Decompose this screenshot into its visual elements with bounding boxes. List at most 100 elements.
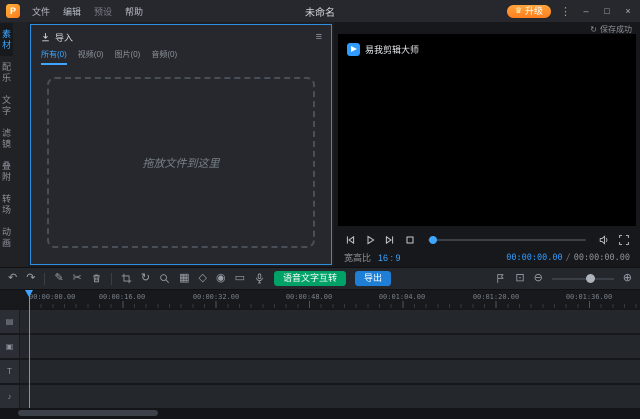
audio-track-header[interactable]: ♪ <box>0 385 20 408</box>
sidebar-item-text[interactable]: 文字 <box>0 89 13 122</box>
sidebar-item-animation[interactable]: 动画 <box>0 221 13 254</box>
aspect-ratio-label: 宽高比 <box>344 251 371 264</box>
freeze-frame-icon[interactable]: ◉ <box>216 273 226 284</box>
preview-panel: ↻ 保存成功 易我剪辑大师 <box>334 22 640 267</box>
transport-controls <box>344 232 630 248</box>
list-view-icon[interactable]: ≡ <box>316 31 322 43</box>
video-track-header[interactable]: ▤ <box>0 310 20 333</box>
split-icon[interactable]: ✂ <box>73 273 82 284</box>
crop-icon[interactable] <box>121 273 132 284</box>
audio-track-icon: ♪ <box>8 392 12 401</box>
fullscreen-icon[interactable] <box>618 234 630 246</box>
video-canvas: 易我剪辑大师 <box>338 34 636 226</box>
menu-presets[interactable]: 预设 <box>94 5 112 18</box>
app-logo-icon: P <box>6 4 20 18</box>
text-track-icon: T <box>7 367 12 376</box>
toolbar: ↶ ↷ ✎ ✂ ↻ ▦ ◇ ◉ ▭ 语音文字互转 导出 ⊡ ⊖ <box>0 267 640 290</box>
zoom-in-icon[interactable]: ⊕ <box>623 273 632 284</box>
speech-text-convert-button[interactable]: 语音文字互转 <box>274 271 346 286</box>
undo-icon[interactable]: ↶ <box>8 273 17 284</box>
timeline-zoom-handle[interactable] <box>586 274 595 283</box>
maximize-button[interactable]: □ <box>601 6 613 16</box>
text-track-header[interactable]: T <box>0 360 20 383</box>
playhead[interactable] <box>29 290 30 408</box>
marker-icon[interactable] <box>495 273 506 284</box>
timeline-tracks: ▤ ▣ T ♪ <box>0 308 640 408</box>
text-track-body[interactable] <box>20 360 640 383</box>
playhead-handle[interactable] <box>25 290 33 297</box>
sidebar-item-filters[interactable]: 滤镜 <box>0 122 13 155</box>
fit-timeline-icon[interactable]: ⊡ <box>515 273 524 284</box>
kebab-menu-icon[interactable]: ⋮ <box>560 5 571 18</box>
horizontal-scrollbar-thumb[interactable] <box>18 410 158 416</box>
redo-icon[interactable]: ↷ <box>26 273 35 284</box>
sidebar-item-overlays[interactable]: 叠附 <box>0 155 13 188</box>
text-track: T <box>0 360 640 383</box>
horizontal-scrollbar[interactable] <box>0 408 640 419</box>
media-panel: 导入 ≡ 所有(0) 视频(0) 图片(0) 音频(0) 拖放文件到这里 <box>30 24 332 265</box>
watermark-logo-icon <box>347 43 360 56</box>
toolbar-divider <box>44 273 45 285</box>
seek-handle[interactable] <box>429 236 437 244</box>
aspect-ratio-value[interactable]: 16 : 9 <box>378 253 401 263</box>
overlay-track-header[interactable]: ▣ <box>0 335 20 358</box>
edit-icon[interactable]: ✎ <box>54 273 63 284</box>
dropzone-text: 拖放文件到这里 <box>143 155 220 171</box>
overlay-icon[interactable]: ◇ <box>199 273 207 284</box>
timeline-zoom-slider[interactable] <box>552 278 614 280</box>
seek-slider[interactable] <box>428 239 586 241</box>
crown-icon: ♛ <box>515 7 522 15</box>
ruler-label: 00:01:36.00 <box>566 293 612 301</box>
ruler-label: 00:01:04.00 <box>379 293 425 301</box>
tab-audio[interactable]: 音频(0) <box>151 49 177 63</box>
tab-video[interactable]: 视频(0) <box>78 49 104 63</box>
import-button[interactable]: 导入 <box>40 31 73 44</box>
menubar-right: ♛ 升级 ⋮ – □ × <box>507 5 634 18</box>
media-tabs: 所有(0) 视频(0) 图片(0) 音频(0) <box>31 49 331 65</box>
tab-all[interactable]: 所有(0) <box>41 49 67 65</box>
upgrade-button[interactable]: ♛ 升级 <box>507 5 551 18</box>
previous-frame-button[interactable] <box>344 234 356 246</box>
overlay-track-body[interactable] <box>20 335 640 358</box>
rotate-icon[interactable]: ↻ <box>141 273 150 284</box>
delete-icon[interactable] <box>91 273 102 284</box>
sidebar-item-music[interactable]: 配乐 <box>0 56 13 89</box>
subtitle-icon[interactable]: ▭ <box>235 273 245 284</box>
audio-track: ♪ <box>0 385 640 408</box>
saved-sync-icon: ↻ <box>590 25 597 34</box>
sidebar-item-media[interactable]: 素材 <box>0 23 13 56</box>
watermark: 易我剪辑大师 <box>347 43 419 56</box>
stop-button[interactable] <box>404 234 416 246</box>
minimize-button[interactable]: – <box>580 6 592 16</box>
timeline-ruler[interactable]: 00:00:00.00 00:00:16.00 00:00:32.00 00:0… <box>0 290 640 308</box>
video-track: ▤ <box>0 310 640 333</box>
menu-file[interactable]: 文件 <box>32 5 50 18</box>
preview-info-row: 宽高比 16 : 9 00:00:00.00 / 00:00:00.00 <box>344 251 630 264</box>
zoom-out-icon[interactable]: ⊖ <box>534 273 543 284</box>
timecode-total: 00:00:00.00 <box>574 253 630 263</box>
video-track-body[interactable] <box>20 310 640 333</box>
play-button[interactable] <box>364 234 376 246</box>
file-dropzone[interactable]: 拖放文件到这里 <box>47 77 315 248</box>
zoom-tool-icon[interactable] <box>159 273 170 284</box>
menu-help[interactable]: 帮助 <box>125 5 143 18</box>
ruler-label: 00:00:32.00 <box>193 293 239 301</box>
menu-edit[interactable]: 编辑 <box>63 5 81 18</box>
volume-icon[interactable] <box>598 234 610 246</box>
audio-track-body[interactable] <box>20 385 640 408</box>
sidebar: 素材 配乐 文字 滤镜 叠附 转场 动画 <box>0 22 28 267</box>
ruler-label: 00:00:16.00 <box>99 293 145 301</box>
close-button[interactable]: × <box>622 6 634 16</box>
ruler-label: 00:00:48.00 <box>286 293 332 301</box>
upgrade-label: 升级 <box>525 7 543 16</box>
ruler-label: 00:01:20.00 <box>473 293 519 301</box>
sidebar-item-transitions[interactable]: 转场 <box>0 188 13 221</box>
tab-image[interactable]: 图片(0) <box>115 49 141 63</box>
main-area: 素材 配乐 文字 滤镜 叠附 转场 动画 导入 ≡ 所有(0) 视频(0) <box>0 22 640 267</box>
timecode-current: 00:00:00.00 <box>506 253 562 263</box>
mosaic-icon[interactable]: ▦ <box>179 273 189 284</box>
export-button[interactable]: 导出 <box>355 271 391 286</box>
voiceover-icon[interactable] <box>254 273 265 284</box>
next-frame-button[interactable] <box>384 234 396 246</box>
toolbar-divider <box>111 273 112 285</box>
